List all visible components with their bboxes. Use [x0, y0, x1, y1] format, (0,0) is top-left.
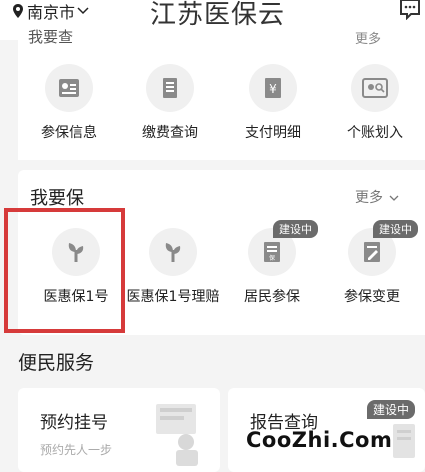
query-item-payment[interactable]: 缴费查询 — [120, 64, 220, 142]
insure-item-label: 参保变更 — [344, 289, 400, 305]
construction-badge: 建设中 — [273, 220, 318, 238]
query-item-label: 参保信息 — [41, 125, 97, 141]
location-selector[interactable]: 南京市 — [12, 0, 89, 22]
insure-more-link[interactable]: 更多 — [355, 187, 399, 207]
account-search-icon — [351, 64, 399, 112]
query-item-label: 缴费查询 — [142, 125, 198, 141]
insure-item-change[interactable]: 建设中 参保变更 — [322, 220, 422, 306]
leaf-icon — [149, 228, 197, 276]
insure-section-title: 我要保 — [30, 188, 84, 209]
report-illustration-icon — [393, 424, 415, 458]
page-title: 江苏医保云 — [150, 0, 286, 30]
svg-text:保: 保 — [269, 254, 275, 262]
appointment-illustration-icon — [156, 404, 198, 466]
service-card-title: 预约挂号 — [40, 413, 108, 433]
insure-item-label: 医惠保1号理赔 — [126, 289, 220, 305]
highlight-box — [4, 208, 125, 333]
service-card-subtitle: 预约先人一步 — [40, 443, 113, 457]
services-section-title: 便民服务 — [18, 352, 95, 374]
receipt-icon — [146, 64, 194, 112]
insure-item-resident[interactable]: 保 建设中 居民参保 — [222, 220, 322, 306]
message-icon[interactable] — [399, 0, 421, 20]
query-item-account-transfer[interactable]: 个账划入 — [325, 64, 425, 142]
query-section-title: 我要查 — [28, 28, 74, 46]
query-item-label: 个账划入 — [347, 125, 403, 141]
construction-badge: 建设中 — [373, 220, 418, 238]
construction-badge: 建设中 — [366, 400, 415, 419]
insure-item-label: 居民参保 — [244, 289, 300, 305]
query-item-insurance-info[interactable]: 参保信息 — [19, 64, 119, 142]
insure-item-yihuibao-claim[interactable]: 医惠保1号理赔 — [123, 228, 223, 306]
query-item-payment-detail[interactable]: ¥ 支付明细 — [223, 64, 323, 142]
id-card-icon — [45, 64, 93, 112]
chevron-down-icon — [389, 195, 399, 201]
service-card-appointment[interactable]: 预约挂号 预约先人一步 — [18, 388, 220, 472]
insure-more-label: 更多 — [355, 190, 383, 206]
svg-text:¥: ¥ — [269, 82, 277, 96]
location-pin-icon — [13, 4, 23, 18]
query-item-label: 支付明细 — [245, 125, 301, 141]
insure-doc-icon: 保 建设中 — [248, 220, 318, 276]
chevron-down-icon — [77, 7, 89, 15]
query-more-link[interactable]: 更多 — [355, 28, 381, 47]
edit-doc-icon: 建设中 — [348, 220, 418, 276]
location-label: 南京市 — [27, 3, 76, 22]
query-card: 我要查 更多 参保信息 缴费查询 ¥ 支付明细 个账划入 — [18, 28, 425, 160]
watermark: CooZhi.Com — [246, 428, 393, 452]
yen-doc-icon: ¥ — [249, 64, 297, 112]
